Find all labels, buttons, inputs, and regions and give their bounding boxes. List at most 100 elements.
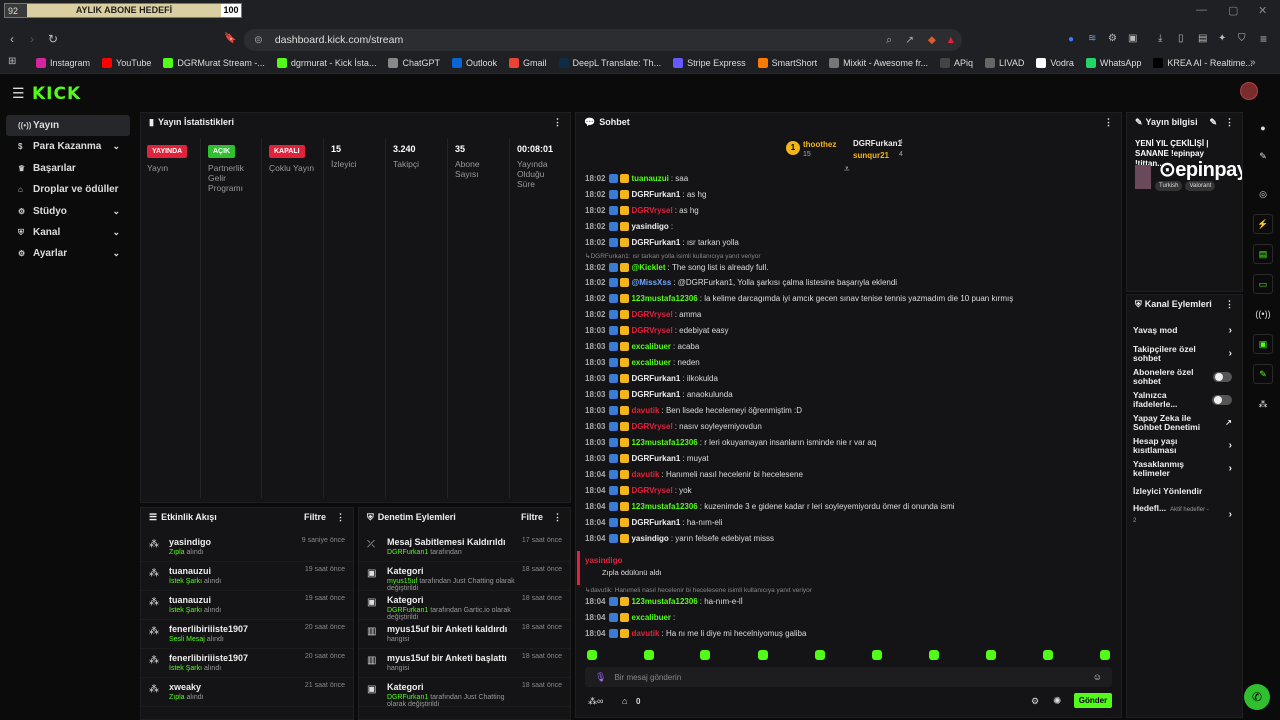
bookmark-item[interactable]: dgrmurat - Kick İsta... bbox=[276, 57, 376, 68]
message-user[interactable]: DGRVrysel bbox=[631, 310, 672, 319]
message-user[interactable]: davutik bbox=[631, 629, 659, 638]
chevron-down-icon[interactable]: ⌄ bbox=[112, 227, 120, 238]
chat-message[interactable]: 18:03 DGRFurkan1: muyat bbox=[585, 454, 709, 463]
chat-message[interactable]: 18:04 123mustafa12306: ha-nım-e-lİ bbox=[585, 597, 743, 606]
moderation-more-icon[interactable]: ⋮ bbox=[553, 512, 562, 522]
channel-action-item[interactable]: Hesap yaşı kısıtlaması › bbox=[1127, 434, 1242, 457]
moderation-filter-button[interactable]: Filtre bbox=[521, 512, 543, 522]
activity-row[interactable]: ⁂ tuanauzui İstek Şarkı alındı 19 saat önce bbox=[141, 591, 353, 620]
message-user[interactable]: excalibuer bbox=[631, 613, 671, 622]
message-user[interactable]: DGRFurkan1 bbox=[631, 238, 680, 247]
redeem-user[interactable]: yasindigo bbox=[585, 556, 622, 565]
chat-message[interactable]: 18:02 @Kicklet: The song list is already … bbox=[585, 263, 768, 272]
activity-user[interactable]: fenerlibiriiiste1907 bbox=[169, 653, 305, 663]
extension-icon-4[interactable]: ▣ bbox=[1128, 33, 1137, 44]
activity-row[interactable]: ⁂ fenerlibiriiiste1907 İstek Şarkı alındı 2… bbox=[141, 649, 353, 678]
stream-tag[interactable]: Valorant bbox=[1185, 181, 1216, 191]
close-icon[interactable]: ✕ bbox=[1258, 4, 1267, 17]
chat-support-icon[interactable]: ✆ bbox=[1244, 684, 1270, 710]
emote-icon[interactable] bbox=[815, 650, 825, 660]
zoom-icon[interactable]: ⌕ bbox=[886, 34, 892, 47]
lightning-icon[interactable]: ⚡ bbox=[1253, 214, 1273, 234]
top-user-1[interactable]: thoothez bbox=[803, 140, 836, 149]
message-user[interactable]: 123mustafa12306 bbox=[631, 438, 697, 447]
chevron-right-icon[interactable]: › bbox=[1229, 325, 1232, 336]
chat-message[interactable]: 18:04 davutik: Ha nı me li diye mi heceln… bbox=[585, 629, 806, 638]
bookmark-item[interactable]: APiq bbox=[939, 57, 973, 68]
stream-tag[interactable]: Turkish bbox=[1155, 181, 1183, 191]
chat-message[interactable]: 18:04 DGRVrysel: yok bbox=[585, 486, 692, 495]
sidebar-toggle-icon[interactable]: ▯ bbox=[1178, 33, 1184, 44]
chevron-down-icon[interactable]: ⌄ bbox=[112, 248, 120, 259]
info-icon[interactable]: ● bbox=[1253, 118, 1273, 138]
share-icon[interactable]: ↗ bbox=[905, 34, 914, 46]
top-user-3[interactable]: sunqur21 bbox=[853, 151, 889, 160]
bookmark-item[interactable]: WhatsApp bbox=[1085, 57, 1141, 68]
chat-message[interactable]: 18:03 DGRVrysel: nasıv soyleyemiyovdun bbox=[585, 422, 762, 431]
message-user[interactable]: davutik bbox=[631, 470, 659, 479]
message-user[interactable]: 123mustafa12306 bbox=[631, 502, 697, 511]
message-user[interactable]: DGRVrysel bbox=[631, 206, 672, 215]
mic-icon[interactable]: 🎙 bbox=[595, 672, 606, 683]
moderation-row[interactable]: ▥ myus15uf bir Anketi başlattı hangisi 18 … bbox=[359, 649, 570, 678]
channel-action-item[interactable]: Yapay Zeka ile Sohbet Denetimi ↗ bbox=[1127, 411, 1242, 434]
emote-icon[interactable] bbox=[644, 650, 654, 660]
emote-icon[interactable] bbox=[758, 650, 768, 660]
chat-message[interactable]: 18:02 DGRFurkan1: ısr tarkan yolla bbox=[585, 238, 739, 247]
chat-message[interactable]: 18:03 excalibuer: acaba bbox=[585, 342, 699, 351]
chat-settings-icon[interactable]: ⚙ bbox=[1031, 696, 1039, 707]
channel-action-item[interactable]: Yavaş mod › bbox=[1127, 319, 1242, 342]
channel-action-item[interactable]: Hedefl... Aktif hedefler - 2 › bbox=[1127, 503, 1242, 526]
channel-actions-more-icon[interactable]: ⋮ bbox=[1225, 299, 1234, 310]
chat-message[interactable]: 18:02 @MissXss: @DGRFurkan1, Yolla şarkıs… bbox=[585, 278, 897, 287]
toggle-switch[interactable] bbox=[1213, 371, 1232, 382]
emote-icon[interactable] bbox=[700, 650, 710, 660]
activity-user[interactable]: tuanauzui bbox=[169, 566, 305, 576]
edit-icon[interactable]: ✎ bbox=[1209, 117, 1217, 127]
moderation-row[interactable]: ▣ Kategori DGRFurkan1 tarafından Gartic.io… bbox=[359, 591, 570, 621]
chat-message[interactable]: 18:02 DGRVrysel: as hg bbox=[585, 206, 699, 215]
bookmark-item[interactable]: Vodra bbox=[1036, 57, 1074, 68]
chat-message[interactable]: 18:02 DGRFurkan1: as hg bbox=[585, 190, 706, 199]
minimize-icon[interactable]: — bbox=[1196, 4, 1207, 16]
chat-message[interactable]: 18:03 excalibuer: neden bbox=[585, 358, 700, 367]
sidebar-item-5[interactable]: ⛨ Kanal ⌄ bbox=[6, 222, 130, 243]
moderation-actor[interactable]: myus15uf bbox=[387, 578, 417, 585]
bookmark-item[interactable]: Mixkit - Awesome fr... bbox=[829, 57, 928, 68]
hamburger-menu-icon[interactable]: ☰ bbox=[12, 85, 25, 102]
dots-icon[interactable]: ⁂ bbox=[1253, 394, 1273, 414]
extension-icon-1[interactable]: ● bbox=[1068, 34, 1074, 45]
site-info-icon[interactable]: ⊜ bbox=[254, 34, 263, 46]
bookmark-item[interactable]: SmartShort bbox=[757, 57, 817, 68]
bookmark-item[interactable]: Outlook bbox=[451, 57, 497, 68]
chat-message[interactable]: 18:04 yasindigo: yarın felsefe edebiyat m… bbox=[585, 534, 774, 543]
channel-action-item[interactable]: İzleyici Yönlendir bbox=[1127, 480, 1242, 503]
emote-icon[interactable] bbox=[872, 650, 882, 660]
more-bookmarks-icon[interactable]: » bbox=[1250, 57, 1256, 68]
brave-shield-icon[interactable]: ◆ bbox=[928, 34, 936, 46]
message-user[interactable]: excalibuer bbox=[631, 358, 671, 367]
message-user[interactable]: DGRVrysel bbox=[631, 486, 672, 495]
message-user[interactable]: DGRVrysel bbox=[631, 326, 672, 335]
moderation-actor[interactable]: DGRFurkan1 bbox=[387, 694, 428, 701]
message-user[interactable]: @MissXss bbox=[631, 278, 671, 287]
extension-icon-3[interactable]: ⚙ bbox=[1108, 33, 1117, 44]
leo-ai-icon[interactable]: ✦ bbox=[1218, 33, 1226, 44]
chat-message[interactable]: 18:02 yasindigo: bbox=[585, 222, 675, 231]
expand-leaderboard-icon[interactable]: ⩡ bbox=[844, 164, 850, 175]
sidebar-item-2[interactable]: ♛ Başarılar bbox=[6, 158, 130, 179]
chat-message[interactable]: 18:02 tuanauzui: saa bbox=[585, 174, 688, 183]
chat-message[interactable]: 18:03 123mustafa12306: r leri okuyamayan … bbox=[585, 438, 876, 447]
message-user[interactable]: DGRFurkan1 bbox=[631, 390, 680, 399]
emote-icon[interactable] bbox=[986, 650, 996, 660]
chat-tools-icon[interactable]: ✺ bbox=[1053, 696, 1061, 707]
top-user-2[interactable]: DGRFurkan1 bbox=[853, 139, 902, 148]
broadcast-icon[interactable]: ((•)) bbox=[1253, 304, 1273, 324]
menu-icon[interactable]: ≡ bbox=[1260, 32, 1267, 46]
message-user[interactable]: @Kicklet bbox=[631, 263, 665, 272]
moderation-row[interactable]: ⤫ Mesaj Sabitlemesi Kaldırıldı DGRFurkan1 … bbox=[359, 533, 570, 562]
clipboard-icon[interactable]: ▤ bbox=[1253, 244, 1273, 264]
kick-logo[interactable]: KICK bbox=[32, 84, 81, 104]
sidebar-item-4[interactable]: ⚙ Stüdyo ⌄ bbox=[6, 201, 130, 222]
focus-icon[interactable]: ◎ bbox=[1253, 184, 1273, 204]
